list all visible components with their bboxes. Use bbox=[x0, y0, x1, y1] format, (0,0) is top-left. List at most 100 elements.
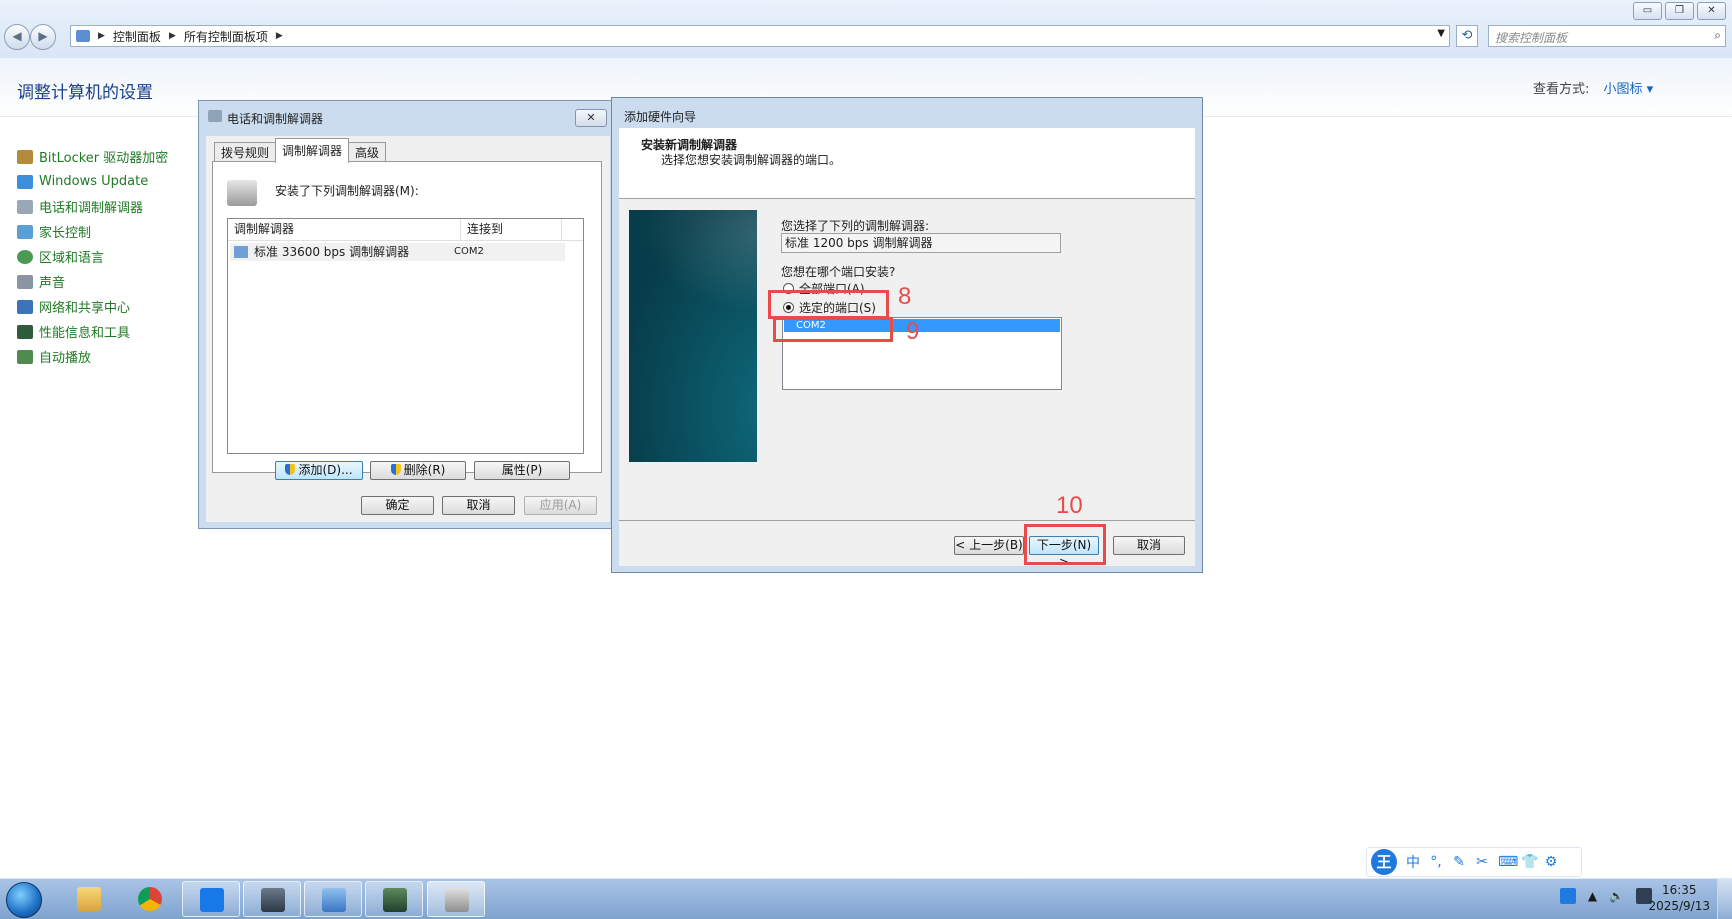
annotation-label-10: 10 bbox=[1056, 492, 1083, 519]
modem-row-icon bbox=[234, 246, 248, 258]
clock[interactable]: 16:35 2025/9/13 bbox=[1648, 882, 1710, 914]
cp-item-parental-controls[interactable]: 家长控制 bbox=[17, 219, 168, 244]
ime-scissors-icon[interactable]: ✂ bbox=[1475, 854, 1489, 870]
breadcrumb-all-items[interactable]: 所有控制面板项 bbox=[184, 28, 268, 45]
folder-icon bbox=[77, 887, 101, 911]
table-row[interactable]: 标准 33600 bps 调制解调器 COM2 bbox=[230, 243, 565, 261]
ime-tray-icon[interactable] bbox=[1559, 888, 1576, 904]
page-title: 调整计算机的设置 bbox=[17, 83, 153, 103]
tab-advanced[interactable]: 高级 bbox=[348, 142, 387, 163]
start-button[interactable] bbox=[6, 882, 42, 918]
cancel-button[interactable]: 取消 bbox=[442, 496, 515, 515]
cp-item-network[interactable]: 网络和共享中心 bbox=[17, 294, 168, 319]
cp-item-phone-modem[interactable]: 电话和调制解调器 bbox=[17, 194, 168, 219]
cp-item-sound[interactable]: 声音 bbox=[17, 269, 168, 294]
wizard-body: 安装新调制解调器 选择您想安装调制解调器的端口。 您选择了下列的调制解调器: 标… bbox=[619, 128, 1195, 569]
phone-modem-icon bbox=[17, 199, 33, 214]
cp-item-windows-update[interactable]: Windows Update bbox=[17, 169, 168, 194]
taskbar-window[interactable] bbox=[243, 881, 301, 917]
apply-button[interactable]: 应用(A) bbox=[524, 496, 597, 515]
cp-item-region-language[interactable]: 区域和语言 bbox=[17, 244, 168, 269]
wizard-banner-image bbox=[629, 210, 757, 462]
taskbar-app-store[interactable] bbox=[182, 881, 240, 917]
window-icon bbox=[261, 888, 285, 912]
column-port[interactable]: 连接到 bbox=[461, 219, 562, 240]
annotation-box-8 bbox=[768, 290, 889, 319]
breadcrumb-arrow-icon[interactable]: ▶ bbox=[169, 31, 176, 41]
address-bar[interactable]: ▶ 控制面板 ▶ 所有控制面板项 ▶ ▼ bbox=[70, 25, 1450, 47]
windows-update-icon bbox=[17, 174, 33, 189]
wizard-title[interactable]: 添加硬件向导 bbox=[624, 108, 696, 125]
properties-button[interactable]: 属性(P) bbox=[474, 461, 570, 480]
restore-icon[interactable]: ❐ bbox=[1665, 2, 1694, 20]
system-tray: ▲ 🔈 bbox=[1559, 888, 1652, 904]
selected-modem-field: 标准 1200 bps 调制解调器 bbox=[781, 233, 1061, 253]
divider bbox=[619, 520, 1195, 521]
control-panel-icon bbox=[322, 888, 346, 912]
list-header: 调制解调器 连接到 bbox=[228, 219, 583, 241]
ime-handwriting-icon[interactable]: ✎ bbox=[1452, 854, 1466, 870]
cp-item-autoplay[interactable]: 自动播放 bbox=[17, 344, 168, 369]
close-icon[interactable]: ✕ bbox=[575, 109, 607, 127]
installed-label: 安装了下列调制解调器(M): bbox=[275, 184, 419, 198]
taskbar-chrome[interactable] bbox=[121, 881, 179, 917]
taskbar: ▲ 🔈 16:35 2025/9/13 bbox=[0, 878, 1732, 919]
address-dropdown-icon[interactable]: ▼ bbox=[1437, 28, 1445, 39]
window-controls: ▭ ❐ ✕ bbox=[1633, 2, 1726, 20]
explorer-toolbar: ▭ ❐ ✕ ◀ ▶ ▶ 控制面板 ▶ 所有控制面板项 ▶ ▼ ⟲ 搜索控制面板 … bbox=[0, 0, 1732, 59]
wizard-header: 安装新调制解调器 选择您想安装调制解调器的端口。 bbox=[619, 128, 1195, 199]
modems-tab-panel: 安装了下列调制解调器(M): 调制解调器 连接到 标准 33600 bps 调制… bbox=[212, 161, 602, 480]
tab-modems[interactable]: 调制解调器 bbox=[275, 138, 350, 163]
taskbar-control-panel[interactable] bbox=[304, 881, 362, 917]
row-port: COM2 bbox=[454, 246, 484, 257]
port-question: 您想在哪个端口安装? bbox=[781, 265, 896, 279]
ime-punctuation-icon[interactable]: °, bbox=[1429, 854, 1443, 870]
region-language-icon bbox=[17, 249, 33, 264]
ok-button[interactable]: 确定 bbox=[361, 496, 434, 515]
device-icon bbox=[383, 888, 407, 912]
phone-icon bbox=[208, 110, 222, 122]
ime-settings-icon[interactable]: ⚙ bbox=[1544, 854, 1558, 870]
search-icon[interactable]: ⌕ bbox=[1714, 28, 1721, 43]
uac-shield-icon bbox=[390, 464, 401, 475]
control-panel-icon bbox=[76, 30, 90, 42]
forward-arrow-icon[interactable]: ▶ bbox=[30, 24, 56, 50]
wizard-cancel-button[interactable]: 取消 bbox=[1113, 536, 1185, 555]
show-hidden-icons-icon[interactable]: ▲ bbox=[1588, 889, 1597, 903]
taskbar-phone-modem[interactable] bbox=[427, 881, 485, 917]
view-by-dropdown[interactable]: 小图标 ▾ bbox=[1604, 82, 1654, 97]
add-button[interactable]: 添加(D)... bbox=[275, 461, 363, 480]
remove-button[interactable]: 删除(R) bbox=[370, 461, 466, 480]
cp-item-bitlocker[interactable]: BitLocker 驱动器加密 bbox=[17, 144, 168, 169]
ime-chinese-mode[interactable]: 中 bbox=[1406, 852, 1420, 872]
clock-time: 16:35 bbox=[1661, 883, 1697, 897]
breadcrumb-control-panel[interactable]: 控制面板 bbox=[113, 28, 161, 45]
back-button[interactable]: < 上一步(B) bbox=[954, 536, 1024, 555]
refresh-icon[interactable]: ⟲ bbox=[1456, 25, 1478, 47]
search-input[interactable]: 搜索控制面板 ⌕ bbox=[1488, 25, 1726, 47]
close-icon[interactable]: ✕ bbox=[1697, 2, 1726, 20]
modem-list[interactable]: 调制解调器 连接到 标准 33600 bps 调制解调器 COM2 bbox=[227, 218, 584, 454]
ime-logo-icon[interactable]: 王 bbox=[1371, 849, 1397, 875]
tab-dialing-rules[interactable]: 拨号规则 bbox=[214, 142, 277, 163]
dialog-titlebar[interactable]: 电话和调制解调器 ✕ bbox=[199, 101, 617, 129]
ime-skin-icon[interactable]: 👕 bbox=[1521, 854, 1538, 870]
wizard-subheading: 选择您想安装调制解调器的端口。 bbox=[661, 153, 842, 167]
breadcrumb-arrow-icon[interactable]: ▶ bbox=[276, 31, 283, 41]
minimize-icon[interactable]: ▭ bbox=[1633, 2, 1662, 20]
annotation-box-10 bbox=[1024, 524, 1106, 565]
row-modem: 标准 33600 bps 调制解调器 bbox=[254, 245, 410, 259]
column-modem[interactable]: 调制解调器 bbox=[228, 219, 461, 240]
dialog-body: 拨号规则 调制解调器 高级 安装了下列调制解调器(M): 调制解调器 连接到 标… bbox=[206, 136, 610, 522]
show-desktop-button[interactable] bbox=[1717, 879, 1732, 919]
volume-icon[interactable]: 🔈 bbox=[1609, 889, 1624, 903]
taskbar-device[interactable] bbox=[365, 881, 423, 917]
sound-icon bbox=[17, 274, 33, 289]
cp-item-performance[interactable]: 性能信息和工具 bbox=[17, 319, 168, 344]
dialog-title: 电话和调制解调器 bbox=[227, 112, 324, 126]
modem-icon bbox=[227, 180, 257, 206]
taskbar-explorer[interactable] bbox=[60, 881, 118, 917]
breadcrumb-arrow-icon[interactable]: ▶ bbox=[98, 31, 105, 41]
ime-keyboard-icon[interactable]: ⌨ bbox=[1498, 854, 1518, 870]
back-arrow-icon[interactable]: ◀ bbox=[4, 24, 30, 50]
